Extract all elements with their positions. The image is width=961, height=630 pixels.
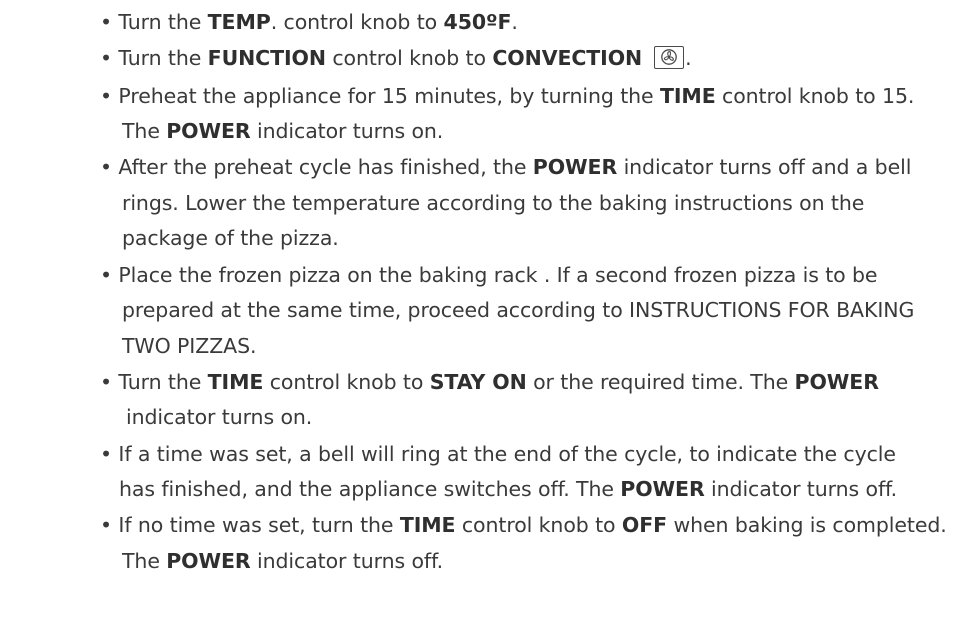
instruction-item: • After the preheat cycle has finished, … (100, 149, 911, 185)
bold-keyword: POWER (166, 549, 251, 573)
instruction-text: or the required time. The (526, 370, 795, 394)
bold-keyword: POWER (532, 155, 618, 179)
bold-keyword: CONVECTION (492, 46, 643, 70)
instruction-item: • Turn the TEMP. control knob to 450ºF. (100, 4, 518, 40)
bullet-marker: • (100, 263, 119, 287)
instruction-text: control knob to (455, 513, 622, 537)
instruction-text: control knob to (263, 370, 430, 394)
instruction-text: package of the pizza. (122, 226, 339, 250)
instruction-text: rings. Lower the temperature according t… (122, 191, 865, 215)
bold-keyword: POWER (794, 370, 879, 394)
instruction-item: • Turn the TIME control knob to STAY ON … (100, 364, 879, 400)
instruction-text: Place the frozen pizza on the baking rac… (118, 263, 878, 287)
instruction-item: • Turn the FUNCTION control knob to CONV… (100, 40, 692, 76)
instruction-text: . control knob to (270, 10, 444, 34)
instruction-item: • Place the frozen pizza on the baking r… (100, 257, 878, 293)
instruction-text: indicator turns on. (250, 119, 444, 143)
instruction-text: control knob to (325, 46, 493, 70)
instruction-text: when baking is completed. (667, 513, 947, 537)
bold-keyword: TIME (399, 513, 456, 537)
instruction-text: If no time was set, turn the (118, 513, 400, 537)
bullet-marker: • (100, 513, 119, 537)
instruction-list: • Turn the TEMP. control knob to 450ºF. •… (0, 0, 961, 630)
instruction-text: Turn the (118, 10, 208, 34)
instruction-text: indicator turns off and a bell (617, 155, 912, 179)
bold-keyword: OFF (621, 513, 668, 537)
instruction-item-continuation: prepared at the same time, proceed accor… (122, 292, 914, 328)
instruction-item: • If no time was set, turn the TIME cont… (100, 507, 947, 543)
instruction-text: TWO PIZZAS. (122, 334, 257, 358)
bold-keyword: FUNCTION (207, 46, 326, 70)
instruction-item-continuation: TWO PIZZAS. (122, 328, 257, 364)
instruction-text: The (122, 119, 167, 143)
bullet-marker: • (100, 84, 119, 108)
bold-keyword: TEMP (207, 10, 271, 34)
instruction-item-continuation: has finished, and the appliance switches… (119, 471, 897, 507)
instruction-text: indicator turns off. (250, 549, 444, 573)
bullet-marker: • (100, 370, 119, 394)
bold-keyword: STAY ON (429, 370, 527, 394)
bold-keyword: 450ºF (443, 10, 512, 34)
bold-keyword: POWER (620, 477, 705, 501)
instruction-text: control knob to 15. (715, 84, 915, 108)
bullet-marker: • (100, 46, 119, 70)
bullet-marker: • (100, 155, 119, 179)
instruction-text: has finished, and the appliance switches… (119, 477, 621, 501)
instruction-text: If a time was set, a bell will ring at t… (118, 442, 896, 466)
instruction-text: Preheat the appliance for 15 minutes, by… (118, 84, 660, 108)
bullet-marker: • (100, 10, 119, 34)
instruction-item-continuation: package of the pizza. (122, 220, 339, 256)
instruction-text: Turn the (118, 370, 208, 394)
instruction-item-continuation: The POWER indicator turns off. (122, 543, 443, 579)
instruction-text: . (511, 10, 518, 34)
instruction-item: • Preheat the appliance for 15 minutes, … (100, 78, 914, 114)
instruction-item: • If a time was set, a bell will ring at… (100, 436, 896, 472)
instruction-text: indicator turns on. (126, 405, 313, 429)
instruction-item-continuation: indicator turns on. (126, 399, 312, 435)
bullet-marker: • (100, 442, 119, 466)
instruction-text: . (685, 46, 692, 70)
instruction-text: After the preheat cycle has finished, th… (118, 155, 533, 179)
convection-fan-icon (654, 46, 685, 69)
instruction-text: The (122, 549, 167, 573)
instruction-item-continuation: rings. Lower the temperature according t… (122, 185, 864, 221)
instruction-text: Turn the (118, 46, 208, 70)
bold-keyword: TIME (659, 84, 716, 108)
instruction-item-continuation: The POWER indicator turns on. (122, 113, 443, 149)
instruction-text: indicator turns off. (704, 477, 898, 501)
instruction-text: prepared at the same time, proceed accor… (122, 298, 915, 322)
bold-keyword: TIME (207, 370, 264, 394)
bold-keyword: POWER (166, 119, 251, 143)
